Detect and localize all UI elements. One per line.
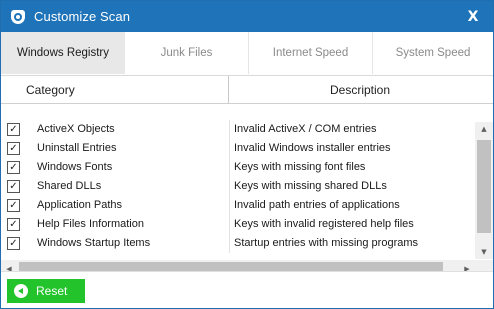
row-category: Application Paths	[37, 199, 122, 211]
scroll-up-icon[interactable]: ▲	[475, 122, 493, 136]
table-row[interactable]: ✓ Application Paths Invalid path entries…	[1, 196, 475, 215]
row-checkbox[interactable]: ✓	[7, 218, 20, 231]
tab-system-speed[interactable]: System Speed	[373, 32, 493, 74]
shield-gear-icon	[10, 9, 26, 25]
row-checkbox[interactable]: ✓	[7, 161, 20, 174]
column-header-category[interactable]: Category	[1, 76, 229, 104]
row-checkbox[interactable]: ✓	[7, 180, 20, 193]
reset-button-label: Reset	[36, 284, 68, 298]
back-arrow-circle-icon	[14, 284, 28, 298]
table-row[interactable]: ✓ Windows Fonts Keys with missing font f…	[1, 158, 475, 177]
scan-category-tabs: Windows Registry Junk Files Internet Spe…	[1, 32, 493, 74]
customize-scan-window: Customize Scan X Windows Registry Junk F…	[0, 0, 494, 309]
row-description: Invalid path entries of applications	[234, 199, 400, 211]
row-description: Startup entries with missing programs	[234, 237, 419, 249]
footer-bar: Reset	[1, 271, 493, 308]
row-checkbox[interactable]: ✓	[7, 123, 20, 136]
table-row[interactable]: ✓ Shared DLLs Keys with missing shared D…	[1, 177, 475, 196]
table-row[interactable]: ✓ Windows Startup Items Startup entries …	[1, 234, 475, 253]
table-row[interactable]: ✓ ActiveX Objects Invalid ActiveX / COM …	[1, 120, 475, 139]
vertical-scrollbar[interactable]: ▲ ▼	[475, 122, 493, 259]
table-header: Category Description	[1, 76, 493, 104]
row-description: Invalid Windows installer entries	[234, 142, 391, 154]
tab-internet-speed[interactable]: Internet Speed	[249, 32, 373, 74]
table-rows: ✓ ActiveX Objects Invalid ActiveX / COM …	[1, 120, 475, 253]
row-category: Help Files Information	[37, 218, 144, 230]
row-category: ActiveX Objects	[37, 123, 115, 135]
row-category: Windows Startup Items	[37, 237, 151, 249]
reset-button[interactable]: Reset	[7, 279, 85, 303]
column-header-description[interactable]: Description	[229, 76, 491, 104]
row-description: Keys with invalid registered help files	[234, 218, 414, 230]
tab-windows-registry[interactable]: Windows Registry	[1, 32, 125, 74]
table-row[interactable]: ✓ Uninstall Entries Invalid Windows inst…	[1, 139, 475, 158]
row-checkbox[interactable]: ✓	[7, 237, 20, 250]
row-checkbox[interactable]: ✓	[7, 199, 20, 212]
registry-items-table: Category Description ✓ ActiveX Objects I…	[1, 75, 493, 277]
tab-junk-files[interactable]: Junk Files	[125, 32, 249, 74]
row-checkbox[interactable]: ✓	[7, 142, 20, 155]
row-description: Keys with missing font files	[234, 161, 366, 173]
row-description: Keys with missing shared DLLs	[234, 180, 387, 192]
row-description: Invalid ActiveX / COM entries	[234, 123, 377, 135]
vertical-scroll-thumb[interactable]	[477, 140, 491, 233]
title-bar: Customize Scan X	[1, 1, 493, 32]
table-row[interactable]: ✓ Help Files Information Keys with inval…	[1, 215, 475, 234]
scroll-down-icon[interactable]: ▼	[475, 245, 493, 259]
close-button[interactable]: X	[463, 7, 483, 27]
row-category: Shared DLLs	[37, 180, 102, 192]
row-category: Uninstall Entries	[37, 142, 117, 154]
window-title: Customize Scan	[34, 9, 131, 24]
row-category: Windows Fonts	[37, 161, 113, 173]
